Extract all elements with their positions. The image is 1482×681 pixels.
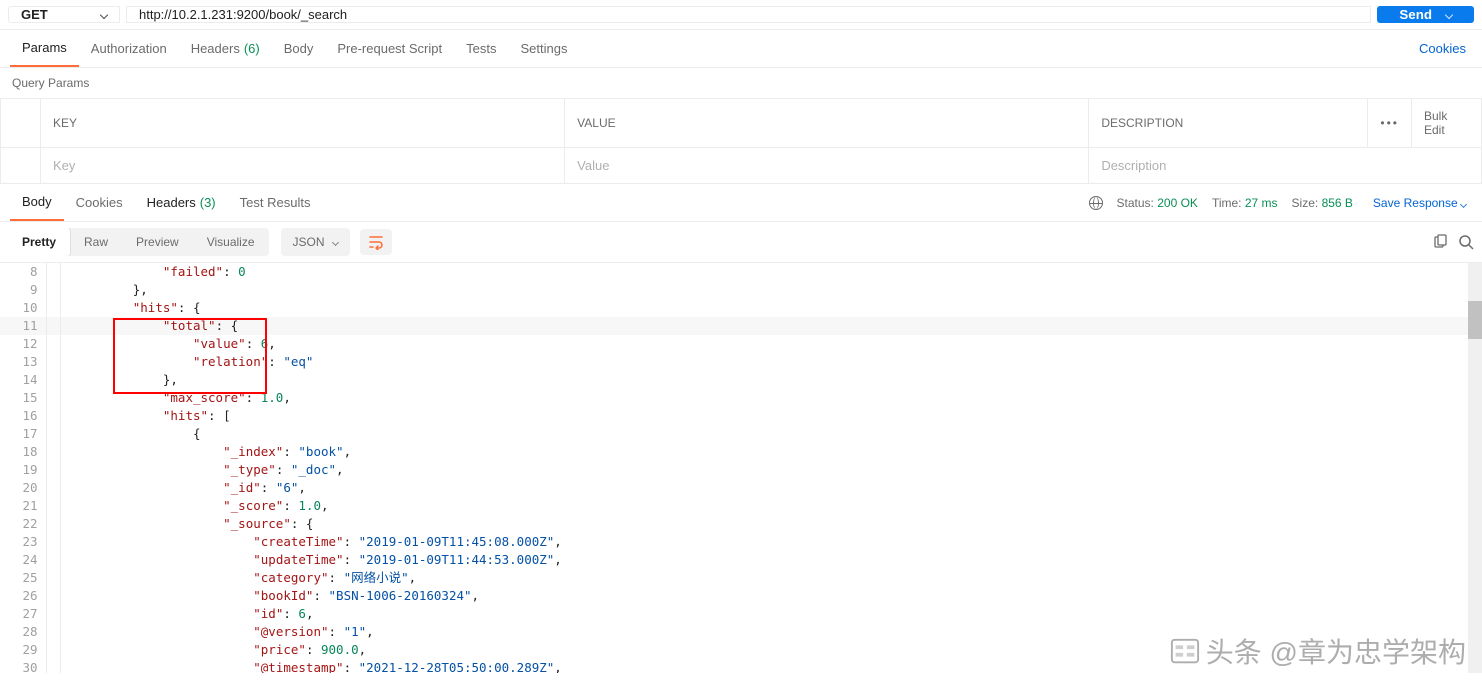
code-line: 21 "_score": 1.0, — [0, 497, 1482, 515]
code-line: 23 "createTime": "2019-01-09T11:45:08.00… — [0, 533, 1482, 551]
code-line: 11 "total": { — [0, 317, 1482, 335]
view-pretty[interactable]: Pretty — [8, 228, 71, 256]
url-input[interactable]: http://10.2.1.231:9200/book/_search — [126, 6, 1371, 23]
view-preview[interactable]: Preview — [122, 228, 193, 256]
tab-body[interactable]: Body — [272, 30, 326, 67]
code-line: 24 "updateTime": "2019-01-09T11:44:53.00… — [0, 551, 1482, 569]
code-line: 17 { — [0, 425, 1482, 443]
code-line: 19 "_type": "_doc", — [0, 461, 1482, 479]
copy-icon[interactable] — [1432, 234, 1448, 250]
code-line: 14 }, — [0, 371, 1482, 389]
description-field[interactable] — [1101, 158, 1469, 173]
code-line: 12 "value": 6, — [0, 335, 1482, 353]
tab-settings[interactable]: Settings — [508, 30, 579, 67]
request-tabs: Params Authorization Headers(6) Body Pre… — [0, 30, 1482, 68]
code-line: 27 "id": 6, — [0, 605, 1482, 623]
send-label: Send — [1399, 7, 1432, 22]
format-select[interactable]: JSON — [281, 228, 350, 256]
resp-tab-body[interactable]: Body — [10, 184, 64, 221]
code-line: 8 "failed": 0 — [0, 263, 1482, 281]
code-line: 22 "_source": { — [0, 515, 1482, 533]
cookies-link[interactable]: Cookies — [1413, 41, 1472, 56]
send-button[interactable]: Send — [1377, 6, 1474, 23]
bulk-edit-button[interactable]: Bulk Edit — [1412, 99, 1482, 148]
code-line: 26 "bookId": "BSN-1006-20160324", — [0, 587, 1482, 605]
resp-tab-cookies[interactable]: Cookies — [64, 184, 135, 221]
save-response-link[interactable]: Save Response — [1367, 196, 1472, 210]
code-line: 9 }, — [0, 281, 1482, 299]
http-method-select[interactable]: GET — [8, 6, 120, 23]
column-key: KEY — [41, 99, 565, 148]
response-tabs: Body Cookies Headers(3) Test Results Sta… — [0, 184, 1482, 222]
checkbox-header — [1, 99, 41, 148]
column-value: VALUE — [565, 99, 1089, 148]
chevron-down-icon — [332, 238, 339, 245]
tab-authorization[interactable]: Authorization — [79, 30, 179, 67]
status-text: Status: 200 OK — [1117, 196, 1198, 210]
code-line: 25 "category": "网络小说", — [0, 569, 1482, 587]
query-params-title: Query Params — [0, 68, 1482, 98]
line-wrap-button[interactable] — [360, 229, 392, 255]
resp-tab-test-results[interactable]: Test Results — [228, 184, 323, 221]
watermark-logo-icon — [1170, 636, 1200, 666]
url-value: http://10.2.1.231:9200/book/_search — [139, 7, 347, 22]
code-line: 15 "max_score": 1.0, — [0, 389, 1482, 407]
tab-prerequest[interactable]: Pre-request Script — [325, 30, 454, 67]
resp-tab-headers[interactable]: Headers(3) — [135, 184, 228, 221]
globe-icon — [1089, 196, 1103, 210]
tab-headers[interactable]: Headers(6) — [179, 30, 272, 67]
response-body[interactable]: 8 "failed": 09 },10 "hits": {11 "total":… — [0, 263, 1482, 673]
chevron-down-icon — [100, 10, 108, 18]
code-line: 10 "hits": { — [0, 299, 1482, 317]
view-mode-group: Pretty Raw Preview Visualize — [8, 228, 269, 256]
search-icon[interactable] — [1458, 234, 1474, 250]
response-view-row: Pretty Raw Preview Visualize JSON — [0, 222, 1482, 263]
code-line: 18 "_index": "book", — [0, 443, 1482, 461]
value-field[interactable] — [577, 158, 1076, 173]
view-raw[interactable]: Raw — [70, 228, 122, 256]
scrollbar-thumb[interactable] — [1468, 301, 1482, 339]
query-params-table: KEY VALUE DESCRIPTION ••• Bulk Edit — [0, 98, 1482, 184]
tab-params[interactable]: Params — [10, 30, 79, 67]
view-visualize[interactable]: Visualize — [193, 228, 269, 256]
size-text: Size: 856 B — [1292, 196, 1353, 210]
code-line: 20 "_id": "6", — [0, 479, 1482, 497]
tab-tests[interactable]: Tests — [454, 30, 508, 67]
code-line: 16 "hits": [ — [0, 407, 1482, 425]
more-options-button[interactable]: ••• — [1368, 99, 1412, 148]
table-row — [1, 148, 1482, 184]
key-field[interactable] — [53, 158, 552, 173]
watermark: 头条 @章为忠学架构 — [1170, 631, 1466, 671]
http-method-label: GET — [21, 7, 48, 22]
chevron-down-icon — [1445, 10, 1453, 18]
column-description: DESCRIPTION — [1089, 99, 1368, 148]
time-text: Time: 27 ms — [1212, 196, 1278, 210]
code-line: 13 "relation": "eq" — [0, 353, 1482, 371]
